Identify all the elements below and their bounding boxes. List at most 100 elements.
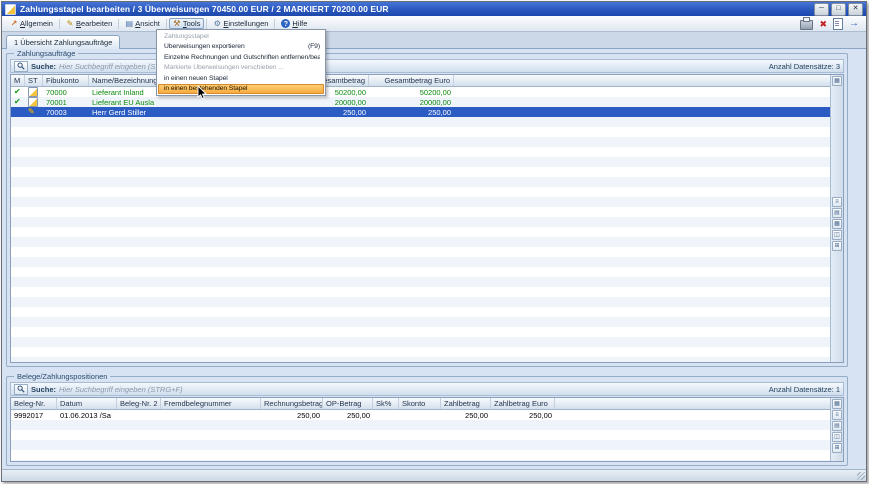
document-button[interactable]	[833, 18, 843, 30]
fibukonto-cell: 70001	[43, 97, 89, 107]
empty-row[interactable]	[11, 237, 830, 247]
col-header-zahlbetrag[interactable]: Zahlbetrag	[441, 398, 491, 409]
empty-row[interactable]	[11, 317, 830, 327]
empty-row[interactable]	[11, 277, 830, 287]
payment-row[interactable]: ✔70000Lieferant Inland50200,0050200,00	[11, 87, 830, 97]
empty-row[interactable]	[11, 127, 830, 137]
search-icon[interactable]	[14, 384, 28, 395]
empty-row[interactable]	[11, 117, 830, 127]
menuitem-in-bestehenden-stapel[interactable]: in einen bestehenden Stapel	[158, 84, 324, 95]
menuitem-einzelne-rechnungen-entfernen[interactable]: Einzelne Rechnungen und Gutschriften ent…	[158, 52, 324, 63]
empty-row[interactable]	[11, 347, 830, 357]
menuitem-in-neuen-stapel[interactable]: in einen neuen Stapel	[158, 73, 324, 84]
menuitem-ueberweisungen-exportieren[interactable]: Überweisungen exportieren (F9)	[158, 42, 324, 53]
menuitem-zahlungsstapel[interactable]: Zahlungsstapel	[158, 31, 324, 42]
datum-cell: 01.06.2013 /Sa	[57, 410, 117, 420]
col-header-beleg-nr[interactable]: Beleg-Nr.	[11, 398, 57, 409]
minimize-button[interactable]	[814, 3, 829, 16]
add-view-icon[interactable]	[832, 241, 842, 251]
split-view-icon[interactable]	[832, 230, 842, 240]
col-header-skonto[interactable]: Skonto	[399, 398, 441, 409]
empty-row[interactable]	[11, 430, 830, 440]
positions-group-legend: Belege/Zahlungspositionen	[14, 372, 110, 381]
empty-row[interactable]	[11, 307, 830, 317]
col-header-filler	[454, 75, 830, 86]
red-x-icon	[819, 19, 827, 29]
empty-row[interactable]	[11, 187, 830, 197]
empty-row[interactable]	[11, 157, 830, 167]
col-header-gesamtbetrag-euro[interactable]: Gesamtbetrag Euro	[369, 75, 454, 86]
empty-row[interactable]	[11, 197, 830, 207]
payment-row[interactable]: ✔70001Lieferant EU Ausla20000,0020000,00	[11, 97, 830, 107]
payments-searchbar[interactable]: Suche: Hier Suchbegriff eingeben (STRG+F…	[10, 59, 844, 73]
list-view-icon[interactable]	[832, 410, 842, 420]
tabstrip: 1 Übersicht Zahlungsaufträge	[2, 32, 866, 49]
tools-dropdown-menu: Zahlungsstapel Überweisungen exportieren…	[156, 29, 326, 96]
beleg-nr-cell: 9992017	[11, 410, 57, 420]
payment-row[interactable]: 70003Herr Gerd Stiller250,00250,00	[11, 107, 830, 117]
empty-row[interactable]	[11, 287, 830, 297]
col-header-fibukonto[interactable]: Fibukonto	[43, 75, 89, 86]
col-header-op-betrag[interactable]: OP-Betrag	[323, 398, 373, 409]
table-grid-icon[interactable]	[832, 76, 842, 86]
empty-row[interactable]	[11, 137, 830, 147]
list-view-icon[interactable]	[832, 197, 842, 207]
empty-row[interactable]	[11, 167, 830, 177]
delete-button[interactable]	[819, 18, 827, 30]
search-icon[interactable]	[14, 61, 28, 72]
menu-hilfe[interactable]: Hilfe	[277, 18, 311, 29]
grid-view-icon[interactable]	[832, 219, 842, 229]
empty-row[interactable]	[11, 177, 830, 187]
position-row[interactable]: 999201701.06.2013 /Sa250,00250,00250,002…	[11, 410, 830, 420]
empty-row[interactable]	[11, 420, 830, 430]
tab-uebersicht-zahlungsauftraege[interactable]: 1 Übersicht Zahlungsaufträge	[6, 35, 120, 49]
col-header-beleg-nr-2[interactable]: Beleg-Nr. 2	[117, 398, 161, 409]
navigate-button[interactable]	[849, 18, 859, 30]
screen: Zahlungsstapel bearbeiten / 3 Überweisun…	[0, 0, 869, 484]
empty-row[interactable]	[11, 207, 830, 217]
search-input[interactable]: Hier Suchbegriff eingeben (STRG+F)	[59, 385, 766, 394]
menu-bearbeiten[interactable]: Bearbeiten	[62, 18, 116, 29]
statusbar	[2, 469, 866, 481]
empty-row[interactable]	[11, 217, 830, 227]
col-header-datum[interactable]: Datum	[57, 398, 117, 409]
empty-row[interactable]	[11, 147, 830, 157]
col-header-m[interactable]: M	[11, 75, 25, 86]
col-header-rechnungsbetrag[interactable]: Rechnungsbetrag	[261, 398, 323, 409]
col-header-st[interactable]: ST	[25, 75, 43, 86]
empty-row[interactable]	[11, 440, 830, 450]
menu-allgemein[interactable]: Allgemein	[6, 18, 57, 29]
positions-searchbar[interactable]: Suche: Hier Suchbegriff eingeben (STRG+F…	[10, 382, 844, 396]
form-view-icon[interactable]	[832, 208, 842, 218]
empty-row[interactable]	[11, 450, 830, 460]
empty-row[interactable]	[11, 257, 830, 267]
st-cell	[25, 87, 43, 97]
empty-row[interactable]	[11, 227, 830, 237]
form-view-icon[interactable]	[832, 421, 842, 431]
empty-row[interactable]	[11, 460, 830, 461]
table-grid-icon[interactable]	[832, 399, 842, 409]
empty-row[interactable]	[11, 297, 830, 307]
menuitem-markierte-verschieben[interactable]: Markierte Überweisungen verschieben ...	[158, 63, 324, 74]
menu-ansicht[interactable]: Ansicht	[121, 18, 164, 29]
split-view-icon[interactable]	[832, 432, 842, 442]
maximize-button[interactable]	[831, 3, 846, 16]
empty-row[interactable]	[11, 267, 830, 277]
menu-einstellungen[interactable]: Einstellungen	[209, 18, 272, 29]
resize-grip[interactable]	[857, 472, 865, 480]
col-header-zahlbetrag-euro[interactable]: Zahlbetrag Euro	[491, 398, 555, 409]
close-button[interactable]	[848, 3, 863, 16]
empty-row[interactable]	[11, 247, 830, 257]
menu-tools[interactable]: Tools	[169, 18, 205, 29]
payments-table-header: M ST Fibukonto Name/Bezeichnung Gesamtbe…	[11, 75, 830, 87]
col-header-fremdbelegnummer[interactable]: Fremdbelegnummer	[161, 398, 261, 409]
sk-cell	[373, 410, 399, 420]
titlebar[interactable]: Zahlungsstapel bearbeiten / 3 Überweisun…	[2, 2, 866, 16]
empty-row[interactable]	[11, 327, 830, 337]
empty-row[interactable]	[11, 357, 830, 362]
add-view-icon[interactable]	[832, 443, 842, 453]
positions-table-header: Beleg-Nr. Datum Beleg-Nr. 2 Fremdbelegnu…	[11, 398, 830, 410]
empty-row[interactable]	[11, 337, 830, 347]
print-button[interactable]	[800, 18, 813, 30]
col-header-sk[interactable]: Sk%	[373, 398, 399, 409]
